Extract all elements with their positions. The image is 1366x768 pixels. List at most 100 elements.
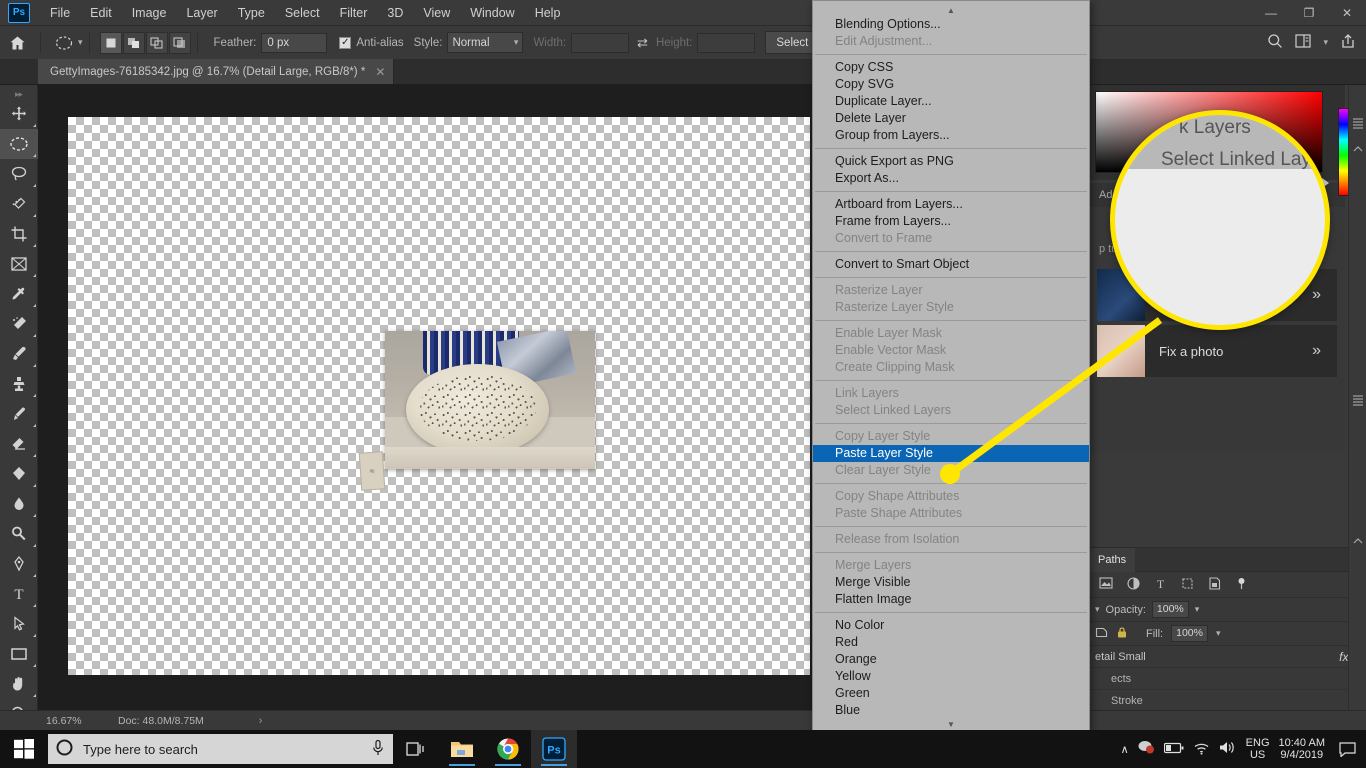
zoom-level[interactable]: 16.67% <box>46 715 118 727</box>
layer-row[interactable]: ects <box>1089 668 1366 690</box>
menu-item-blue[interactable]: Blue <box>813 702 1089 719</box>
move-tool[interactable] <box>0 99 38 129</box>
menu-file[interactable]: File <box>40 0 80 26</box>
shape-filter-icon[interactable] <box>1181 577 1194 593</box>
search-icon[interactable] <box>1267 33 1283 52</box>
chevron-right-icon[interactable]: › <box>259 715 263 727</box>
chevron-down-icon[interactable]: ▾ <box>1216 628 1221 639</box>
volume-icon[interactable] <box>1219 740 1237 758</box>
intersect-with-selection-button[interactable] <box>168 31 191 54</box>
menu-item-quick-export-as-png[interactable]: Quick Export as PNG <box>813 153 1089 170</box>
object-selection-tool[interactable] <box>0 189 38 219</box>
menu-view[interactable]: View <box>413 0 460 26</box>
chevron-down-icon[interactable]: ▾ <box>1195 604 1200 615</box>
language-indicator[interactable]: ENG US <box>1246 737 1270 761</box>
search-input[interactable]: Type here to search <box>48 734 393 764</box>
menu-item-blending-options[interactable]: Blending Options... <box>813 16 1089 33</box>
pen-tool[interactable] <box>0 549 38 579</box>
menu-item-artboard-from-layers[interactable]: Artboard from Layers... <box>813 196 1089 213</box>
menu-item-yellow[interactable]: Yellow <box>813 668 1089 685</box>
lasso-tool[interactable] <box>0 159 38 189</box>
clone-stamp-tool[interactable] <box>0 369 38 399</box>
file-explorer-icon[interactable] <box>439 730 485 768</box>
height-input[interactable] <box>697 32 756 53</box>
anti-alias-checkbox[interactable]: ✓ Anti-alias <box>339 36 404 49</box>
layer-row[interactable]: etail Small fx ▴ <box>1089 646 1366 668</box>
menu-item-flatten-image[interactable]: Flatten Image <box>813 591 1089 608</box>
chevron-rail-icon-2[interactable] <box>1349 528 1366 554</box>
width-input[interactable] <box>571 32 630 53</box>
toolbar-grip[interactable]: ▸▸ <box>0 89 37 99</box>
menu-item-convert-to-smart-object[interactable]: Convert to Smart Object <box>813 256 1089 273</box>
menu-layer[interactable]: Layer <box>176 0 227 26</box>
history-rail-icon[interactable] <box>1349 387 1366 413</box>
history-brush-tool[interactable] <box>0 399 38 429</box>
adjustment-filter-icon[interactable] <box>1127 576 1140 593</box>
feather-input[interactable]: 0 px <box>261 32 328 53</box>
type-filter-icon[interactable]: T <box>1154 577 1167 593</box>
smart-object-filter-icon[interactable] <box>1208 576 1221 593</box>
elliptical-marquee-tool[interactable] <box>0 129 38 159</box>
layer-context-menu[interactable]: ▲ Blending Options... Edit Adjustment...… <box>812 0 1090 768</box>
menu-type[interactable]: Type <box>228 0 275 26</box>
menu-edit[interactable]: Edit <box>80 0 122 26</box>
lock-transparent-icon[interactable] <box>1095 626 1108 641</box>
menu-item-merge-visible[interactable]: Merge Visible <box>813 574 1089 591</box>
dropbox-icon[interactable] <box>1138 740 1155 758</box>
workspace-icon[interactable] <box>1295 34 1312 51</box>
menu-item-green[interactable]: Green <box>813 685 1089 702</box>
photo-layer[interactable] <box>385 331 595 469</box>
menu-filter[interactable]: Filter <box>330 0 378 26</box>
crop-tool[interactable] <box>0 219 38 249</box>
home-icon[interactable] <box>0 26 34 60</box>
tool-preset-picker[interactable]: ▾ <box>53 32 83 54</box>
dodge-tool[interactable] <box>0 519 38 549</box>
menu-image[interactable]: Image <box>122 0 177 26</box>
menu-item-group-from-layers[interactable]: Group from Layers... <box>813 127 1089 144</box>
menu-item-duplicate-layer[interactable]: Duplicate Layer... <box>813 93 1089 110</box>
gradient-tool[interactable] <box>0 459 38 489</box>
windows-start-icon[interactable] <box>0 730 48 768</box>
scroll-down-arrow-icon[interactable]: ▼ <box>813 719 1089 730</box>
close-icon[interactable]: ✕ <box>375 65 385 79</box>
path-selection-tool[interactable] <box>0 609 38 639</box>
chevron-rail-icon[interactable] <box>1349 136 1366 162</box>
frame-tool[interactable] <box>0 249 38 279</box>
chevron-up-icon[interactable]: ∧ <box>1121 743 1129 756</box>
rectangle-tool[interactable] <box>0 639 38 669</box>
photo-tag-layer[interactable]: ≈ <box>358 451 386 491</box>
menu-item-delete-layer[interactable]: Delete Layer <box>813 110 1089 127</box>
menu-select[interactable]: Select <box>275 0 330 26</box>
chevron-down-icon[interactable]: ▾ <box>1323 37 1328 48</box>
menu-item-red[interactable]: Red <box>813 634 1089 651</box>
fill-value[interactable]: 100% <box>1171 625 1208 642</box>
hand-tool[interactable] <box>0 669 38 699</box>
lock-all-icon[interactable] <box>1116 626 1128 642</box>
style-select[interactable]: Normal ▾ <box>447 32 524 53</box>
document-tab[interactable]: GettyImages-76185342.jpg @ 16.7% (Detail… <box>38 59 395 84</box>
minimize-button[interactable]: — <box>1252 0 1290 26</box>
maximize-button[interactable]: ❐ <box>1290 0 1328 26</box>
microphone-icon[interactable] <box>371 739 385 760</box>
chevron-down-icon[interactable]: ▾ <box>1095 604 1100 615</box>
eyedropper-tool[interactable] <box>0 279 38 309</box>
type-tool[interactable]: T <box>0 579 38 609</box>
menu-item-orange[interactable]: Orange <box>813 651 1089 668</box>
menu-item-no-color[interactable]: No Color <box>813 617 1089 634</box>
image-filter-icon[interactable] <box>1099 577 1113 592</box>
layer-row[interactable]: Stroke <box>1089 690 1366 712</box>
battery-icon[interactable] <box>1163 742 1184 757</box>
photoshop-icon[interactable]: Ps <box>531 730 577 768</box>
clock[interactable]: 10:40 AM 9/4/2019 <box>1279 737 1325 761</box>
subtract-from-selection-button[interactable] <box>145 31 168 54</box>
add-to-selection-button[interactable] <box>122 31 145 54</box>
menu-item-export-as[interactable]: Export As... <box>813 170 1089 187</box>
menu-item-paste-layer-style[interactable]: Paste Layer Style <box>813 445 1089 462</box>
eraser-tool[interactable] <box>0 429 38 459</box>
learn-card-fix-a-photo[interactable]: Fix a photo » <box>1097 325 1337 377</box>
blur-tool[interactable] <box>0 489 38 519</box>
task-view-icon[interactable] <box>393 730 439 768</box>
menu-window[interactable]: Window <box>460 0 524 26</box>
new-selection-button[interactable] <box>99 31 122 54</box>
toggle-filter-icon[interactable] <box>1235 577 1248 593</box>
